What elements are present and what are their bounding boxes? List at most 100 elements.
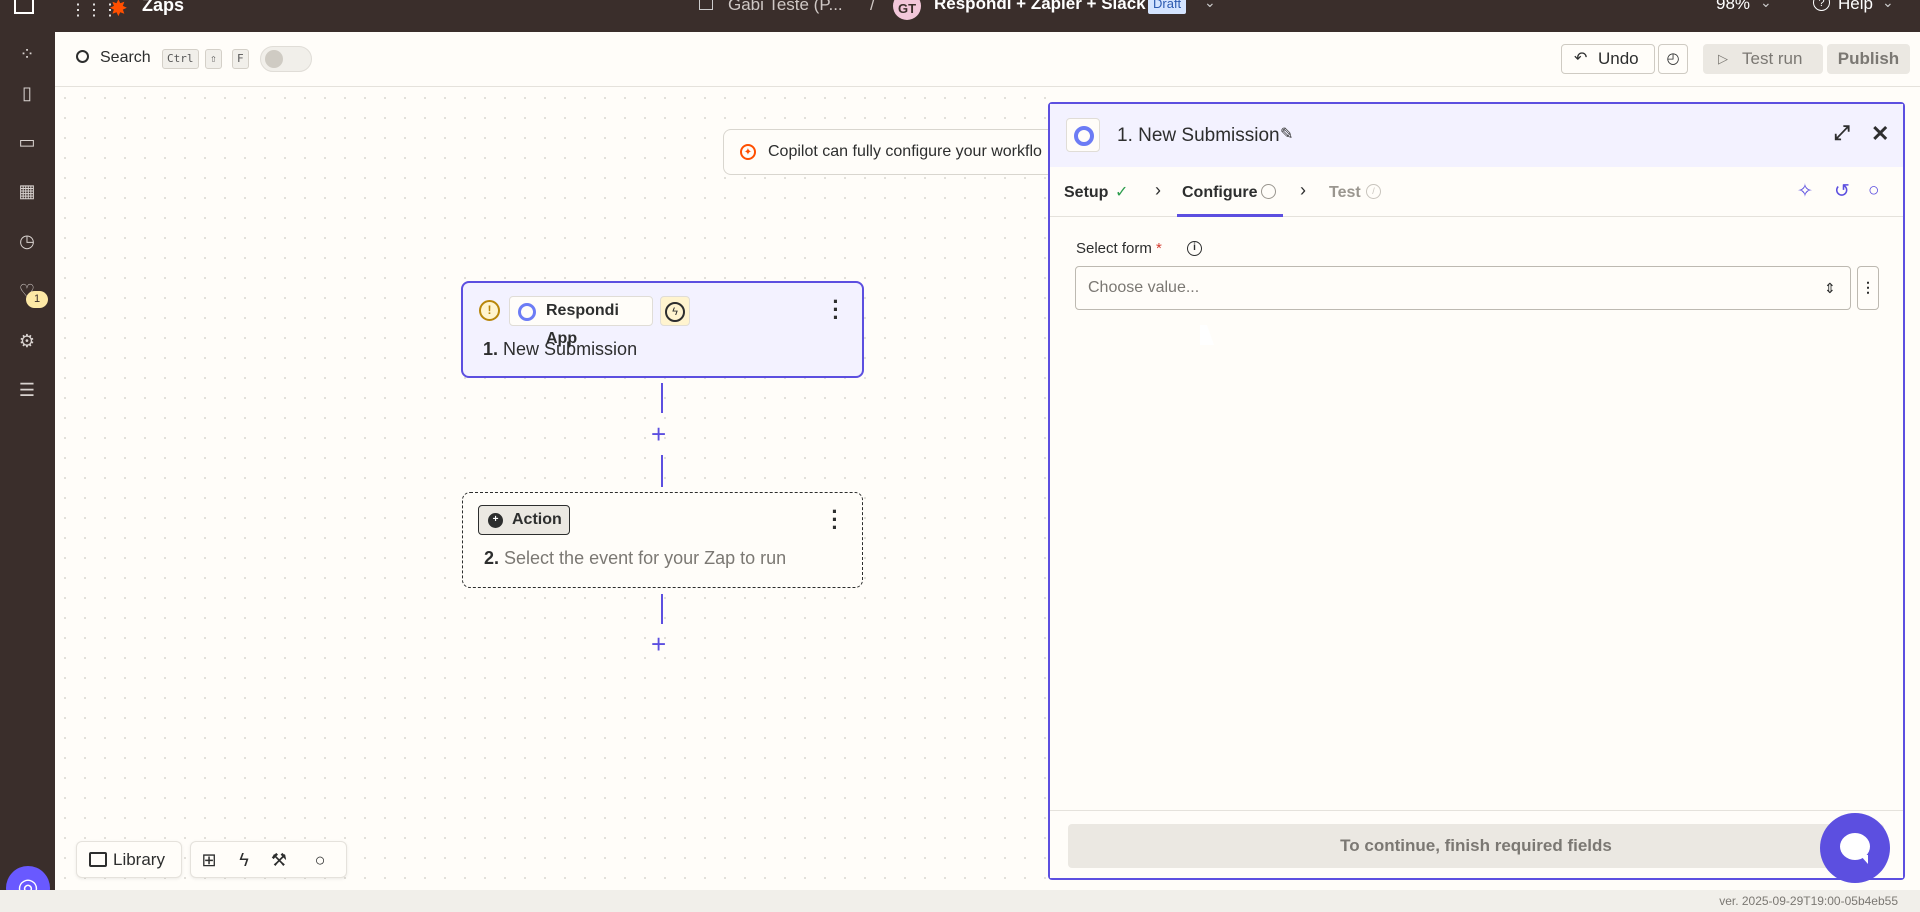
test-run-button[interactable]: ▷ Test run — [1703, 44, 1823, 74]
sparkle-icon[interactable]: ✧ — [1797, 180, 1813, 203]
copilot-banner-text: Copilot can fully configure your workflo — [768, 143, 1042, 160]
trigger-step-card[interactable]: ! Respondi App ϟ · · · 1. New Submission — [461, 281, 864, 378]
library-button[interactable]: Library — [76, 841, 182, 878]
add-apps-icon[interactable]: ⊞ — [197, 848, 221, 872]
top-bar: ⋮⋮⋮ ✸ Zaps Gabi Teste (P... / GT Respond… — [0, 0, 1920, 32]
home-icon[interactable] — [14, 0, 34, 14]
help-icon[interactable]: ? — [1813, 0, 1830, 11]
settings-icon[interactable]: ⚙ — [15, 329, 39, 353]
notification-badge: 1 — [26, 291, 48, 308]
search-icon[interactable] — [76, 50, 89, 63]
select-placeholder: Choose value... — [1088, 279, 1200, 296]
apps-icon[interactable]: ⁘ — [15, 42, 39, 66]
refresh-icon[interactable]: ↺ — [1834, 180, 1850, 203]
close-icon[interactable]: ✕ — [1871, 121, 1889, 147]
chevron-down-icon[interactable]: ⌄ — [1760, 0, 1772, 11]
zoom-level[interactable]: 98% — [1716, 0, 1750, 14]
avatar[interactable]: GT — [893, 0, 921, 20]
respondi-logo-icon — [1066, 118, 1100, 152]
tables-icon[interactable]: ▦ — [15, 179, 39, 203]
test-run-label: Test run — [1742, 49, 1803, 68]
field-label: Select form * — [1076, 240, 1162, 257]
step-tabs: Setup ✓ › Configure › Test / ✧ ↺ ○ — [1050, 167, 1903, 217]
workflow-canvas[interactable] — [55, 88, 1050, 890]
status-badge: Draft — [1148, 0, 1187, 14]
panel-header: 1. New Submission ✎ ⤢ ✕ — [1050, 104, 1903, 167]
action-chip-label: Action — [512, 511, 562, 528]
zap-icon[interactable]: ▯ — [15, 81, 39, 105]
add-step-button[interactable]: + — [651, 631, 666, 657]
connector-line — [661, 455, 663, 487]
chevron-right-icon: › — [1300, 180, 1306, 200]
select-form-dropdown[interactable]: Choose value... ⇕ — [1075, 266, 1851, 310]
left-rail: ⁘ ▯ ▭ ▦ ◷ ♡ 1 ⚙ ☰ ◎ — [0, 32, 55, 910]
panel-footer: To continue, finish required fields — [1050, 810, 1903, 878]
select-arrows-icon: ⇕ — [1824, 280, 1836, 296]
expand-icon[interactable]: ⤢ — [1834, 122, 1850, 145]
publish-button[interactable]: Publish — [1827, 44, 1910, 74]
required-mark: * — [1156, 240, 1162, 257]
field-options-icon[interactable]: ⋮ — [1857, 266, 1879, 310]
chevron-right-icon: › — [1155, 180, 1161, 200]
connector-line — [661, 594, 663, 624]
chevron-down-icon[interactable]: ⌄ — [1204, 0, 1216, 11]
info-icon[interactable]: i — [1187, 241, 1202, 256]
history-icon: ◴ — [1666, 50, 1680, 67]
version-label: ver. 2025-09-29T19:00-05b4eb55 — [1719, 894, 1898, 908]
status-circle-icon — [1261, 184, 1276, 199]
step-title-text: Select the event for your Zap to run — [504, 548, 787, 568]
edit-title-icon[interactable]: ✎ — [1280, 124, 1293, 144]
app-chip[interactable]: Respondi App — [509, 296, 653, 347]
bolt-icon: ϟ — [665, 302, 685, 322]
play-icon: ▷ — [1718, 51, 1728, 66]
tab-test[interactable]: Test — [1329, 184, 1361, 202]
breadcrumb-separator: / — [870, 0, 875, 14]
library-label: Library — [113, 850, 165, 869]
archive-icon[interactable]: ☰ — [15, 378, 39, 402]
tab-setup[interactable]: Setup — [1064, 184, 1108, 202]
version-history-button[interactable]: ◴ — [1658, 44, 1688, 74]
search-button[interactable]: Search — [100, 49, 151, 67]
app-name[interactable]: Zaps — [142, 0, 184, 16]
canvas-tools: ⊞ ϟ ⚒ ○ — [190, 841, 347, 878]
bolt-icon[interactable]: ϟ — [232, 848, 256, 872]
instant-trigger-badge: ϟ — [660, 296, 690, 326]
copilot-icon: ✦ — [740, 144, 756, 160]
add-step-button[interactable]: + — [651, 421, 666, 447]
undo-label: Undo — [1598, 49, 1639, 68]
action-icon: + — [488, 513, 503, 528]
breadcrumb-folder[interactable]: Gabi Teste (P... — [728, 0, 843, 15]
connector-line — [661, 383, 663, 413]
status-bar: ver. 2025-09-29T19:00-05b4eb55 — [0, 890, 1920, 912]
interfaces-icon[interactable]: ▭ — [15, 130, 39, 154]
comment-icon[interactable]: ○ — [1868, 180, 1879, 202]
continue-button[interactable]: To continue, finish required fields — [1068, 824, 1884, 868]
action-step-title: 2. Select the event for your Zap to run — [484, 548, 786, 569]
search-toggle[interactable] — [260, 46, 312, 72]
step-title-text: New Submission — [503, 339, 638, 359]
respondi-logo-icon — [518, 303, 536, 321]
undo-icon: ↶ — [1574, 50, 1588, 67]
help-menu[interactable]: Help — [1838, 0, 1873, 14]
more-options-icon[interactable]: · · · — [830, 501, 840, 539]
wrench-icon[interactable]: ⚒ — [267, 848, 291, 872]
shortcut-key: ⇧ — [205, 49, 222, 69]
trigger-step-title: 1. New Submission — [483, 339, 637, 360]
action-chip[interactable]: + Action — [478, 505, 570, 535]
more-options-icon[interactable]: · · · — [831, 291, 841, 329]
chat-support-icon[interactable] — [1820, 813, 1890, 883]
zap-title[interactable]: Respondi + Zapier + Slack — [934, 0, 1146, 14]
copilot-banner[interactable]: ✦ Copilot can fully configure your workf… — [723, 129, 1053, 175]
mouse-cursor-icon — [1200, 325, 1214, 345]
field-label-text: Select form — [1076, 240, 1152, 257]
comment-icon[interactable]: ○ — [308, 848, 332, 872]
undo-button[interactable]: ↶ Undo — [1561, 44, 1655, 74]
action-step-card[interactable]: + Action · · · 2. Select the event for you… — [462, 492, 863, 588]
tab-configure[interactable]: Configure — [1182, 184, 1258, 202]
book-icon — [89, 852, 107, 867]
active-tab-indicator — [1177, 214, 1283, 217]
step-editor-panel: 1. New Submission ✎ ⤢ ✕ Setup ✓ › Config… — [1048, 102, 1905, 880]
chevron-down-icon[interactable]: ⌄ — [1882, 0, 1894, 11]
warning-icon: ! — [479, 300, 500, 321]
history-icon[interactable]: ◷ — [15, 229, 39, 253]
